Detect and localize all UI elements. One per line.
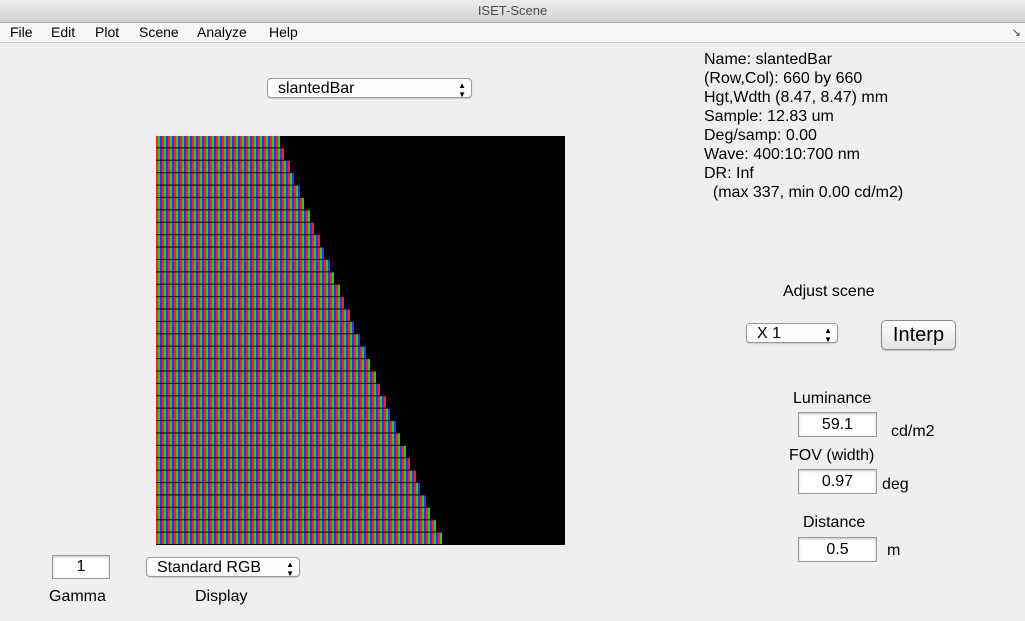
menu-bar: File Edit Plot Scene Analyze Help ↘ — [0, 23, 1025, 43]
bar-row — [156, 148, 284, 160]
bar-row — [156, 483, 420, 495]
scale-select[interactable]: X 1 ▲ ▼ — [746, 323, 838, 344]
info-wave: Wave: 400:10:700 nm — [704, 146, 860, 163]
bar-row — [156, 284, 340, 297]
display-select-value: Standard RGB — [157, 559, 262, 576]
updown-arrows-icon: ▲ ▼ — [458, 81, 466, 99]
window-title-bar: ISET-Scene — [0, 0, 1025, 23]
fov-label: FOV (width) — [789, 447, 875, 464]
bar-row — [156, 272, 334, 284]
adjust-scene-heading: Adjust scene — [783, 283, 875, 300]
updown-arrows-icon: ▲ ▼ — [824, 326, 832, 344]
distance-unit: m — [887, 542, 901, 559]
bar-row — [156, 247, 324, 259]
distance-label: Distance — [803, 514, 866, 531]
bar-row — [156, 235, 320, 247]
display-select[interactable]: Standard RGB ▲ ▼ — [146, 557, 300, 578]
resize-icon[interactable]: ↘ — [1012, 24, 1021, 43]
bar-row — [156, 160, 290, 173]
bar-row — [156, 408, 390, 421]
info-sample: Sample: 12.83 um — [704, 108, 834, 125]
bar-row — [156, 383, 380, 396]
bar-row — [156, 396, 386, 408]
info-max-min: (max 337, min 0.00 cd/m2) — [704, 184, 904, 201]
scene-info-panel: Name: slantedBar (Row,Col): 660 by 660 H… — [704, 50, 903, 202]
bar-row — [156, 210, 310, 222]
scene-select-value: slantedBar — [278, 80, 355, 97]
menu-analyze[interactable]: Analyze — [195, 23, 249, 42]
bar-row — [156, 297, 344, 309]
menu-edit[interactable]: Edit — [49, 23, 77, 42]
menu-scene[interactable]: Scene — [137, 23, 181, 42]
bar-row — [156, 445, 406, 458]
scene-image-canvas — [156, 136, 442, 544]
scale-select-value: X 1 — [757, 325, 782, 342]
bar-row — [156, 334, 360, 346]
bar-row — [156, 309, 350, 321]
luminance-unit: cd/m2 — [891, 423, 935, 440]
bar-row — [156, 507, 430, 520]
bar-row — [156, 321, 354, 334]
scene-select[interactable]: slantedBar ▲ ▼ — [267, 78, 472, 99]
fov-unit: deg — [882, 476, 909, 493]
bar-row — [156, 346, 366, 359]
bar-row — [156, 173, 294, 185]
info-name: Name: slantedBar — [704, 51, 833, 68]
menu-file[interactable]: File — [8, 23, 35, 42]
window-title: ISET-Scene — [477, 3, 548, 18]
interp-button[interactable]: Interp — [881, 320, 956, 350]
bar-row — [156, 433, 400, 445]
menu-help[interactable]: Help — [267, 23, 300, 42]
bar-row — [156, 222, 314, 235]
gamma-field[interactable] — [52, 555, 110, 579]
bar-row — [156, 520, 436, 532]
bar-row — [156, 371, 376, 383]
bar-row — [156, 185, 300, 197]
info-deg-samp: Deg/samp: 0.00 — [704, 127, 817, 144]
distance-field[interactable] — [798, 537, 877, 562]
gamma-label: Gamma — [49, 588, 106, 605]
info-height-width: Hgt,Wdth (8.47, 8.47) mm — [704, 89, 889, 106]
bar-row — [156, 359, 370, 371]
scene-image[interactable] — [156, 136, 565, 545]
info-dynamic-range: DR: Inf — [704, 165, 754, 182]
bar-row — [156, 259, 330, 272]
display-label: Display — [195, 588, 248, 605]
bar-row — [156, 136, 280, 148]
info-rowcol: (Row,Col): 660 by 660 — [704, 70, 863, 87]
bar-row — [156, 495, 426, 507]
fov-field[interactable] — [798, 469, 877, 494]
luminance-field[interactable] — [798, 412, 877, 437]
luminance-label: Luminance — [793, 390, 872, 407]
updown-arrows-icon: ▲ ▼ — [286, 560, 294, 578]
bar-row — [156, 470, 416, 483]
bar-row — [156, 458, 410, 470]
bar-row — [156, 197, 304, 210]
bar-row — [156, 532, 442, 544]
menu-plot[interactable]: Plot — [93, 23, 121, 42]
bar-row — [156, 421, 396, 433]
